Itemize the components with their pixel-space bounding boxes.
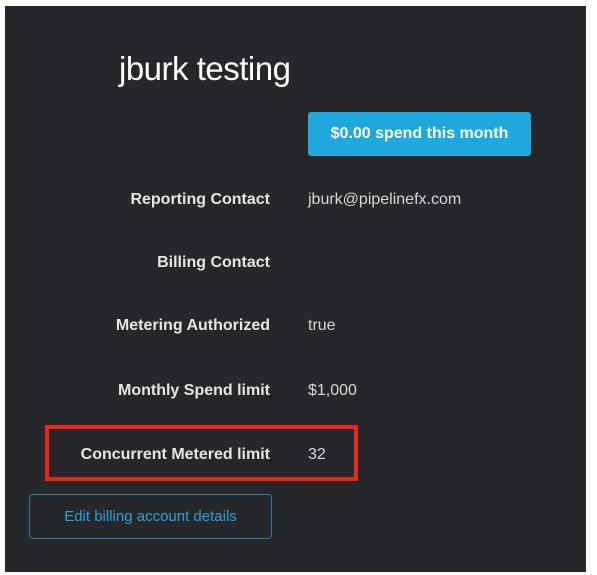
billing-account-panel: jburk testing $0.00 spend this month Rep… (5, 6, 586, 572)
monthly-spend-limit-label: Monthly Spend limit (118, 382, 270, 399)
billing-contact-row: Billing Contact (5, 249, 586, 277)
monthly-spend-limit-row: Monthly Spend limit $1,000 (5, 377, 586, 405)
account-title: jburk testing (119, 50, 291, 87)
metering-authorized-row: Metering Authorized true (5, 312, 586, 340)
billing-contact-label: Billing Contact (157, 254, 270, 271)
edit-billing-account-button[interactable]: Edit billing account details (29, 494, 272, 539)
metering-authorized-label: Metering Authorized (115, 317, 270, 334)
monthly-spend-limit-value: $1,000 (308, 382, 357, 399)
concurrent-metered-limit-label: Concurrent Metered limit (80, 446, 270, 463)
spend-this-month-badge: $0.00 spend this month (308, 112, 531, 156)
concurrent-metered-limit-value: 32 (308, 446, 326, 463)
reporting-contact-label: Reporting Contact (130, 191, 270, 208)
reporting-contact-row: Reporting Contact jburk@pipelinefx.com (5, 186, 586, 214)
metering-authorized-value: true (308, 317, 336, 334)
reporting-contact-value: jburk@pipelinefx.com (308, 191, 462, 208)
concurrent-metered-limit-row: Concurrent Metered limit 32 (5, 441, 586, 469)
